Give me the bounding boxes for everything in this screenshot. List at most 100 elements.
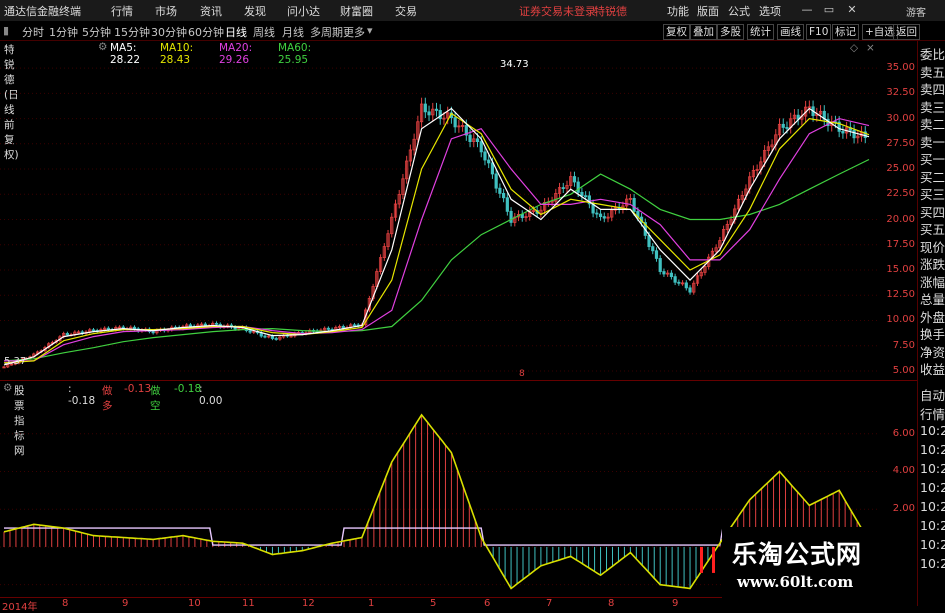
settings-icon[interactable]: ⚙ <box>3 382 12 394</box>
period-30min[interactable]: 30分钟 <box>151 24 187 40</box>
candle-body <box>852 129 856 139</box>
diamond-icon[interactable]: ◇ <box>850 42 858 54</box>
quote-field-label: 现价 <box>920 239 945 255</box>
login-warning: 证券交易未登录 <box>519 5 596 18</box>
time-tick: 1 <box>368 598 375 609</box>
menu-news[interactable]: 资讯 <box>200 3 222 19</box>
candle-body <box>352 324 357 327</box>
candle-body <box>595 212 599 215</box>
menu-options[interactable]: 选项 <box>759 3 781 19</box>
draw-line-button[interactable]: 画线 <box>777 24 804 40</box>
price-tick: 35.00 <box>886 62 915 74</box>
price-tick: 15.00 <box>886 264 915 275</box>
menu-market[interactable]: 市场 <box>155 3 177 19</box>
candle-body <box>188 324 193 327</box>
candle-body <box>509 210 513 223</box>
menu-layout[interactable]: 版面 <box>697 3 719 19</box>
period-daily[interactable]: 日线 <box>225 24 247 40</box>
candle-body <box>658 258 662 272</box>
minimize-icon[interactable]: — <box>800 3 814 17</box>
kong-value: -0.18 <box>174 383 202 395</box>
indicator-tick: 2.00 <box>892 503 915 515</box>
high-price-label: 34.73 <box>500 59 529 70</box>
price-tick: 5.00 <box>892 364 915 376</box>
period-multi[interactable]: 多周期 <box>310 24 343 40</box>
realtime-field: 10:2 <box>920 499 945 514</box>
candle-body <box>505 197 509 212</box>
chevron-down-icon[interactable]: ▾ <box>367 24 373 37</box>
candle-body <box>576 181 580 193</box>
menu-trade[interactable]: 交易 <box>395 3 417 19</box>
ma5-line <box>3 107 870 366</box>
settings-icon[interactable]: ⚙ <box>98 41 107 53</box>
price-tick: 12.50 <box>886 289 915 301</box>
close-chart-icon[interactable]: × <box>866 42 875 54</box>
candle-body <box>654 250 659 259</box>
f10-button[interactable]: F10 <box>806 24 832 40</box>
price-tick: 25.00 <box>886 163 915 175</box>
candle-body <box>632 197 636 212</box>
period-weekly[interactable]: 周线 <box>253 24 275 40</box>
quote-field-label: 涨跌 <box>920 257 945 272</box>
price-tick: 20.00 <box>886 213 915 225</box>
quote-field-label: 买二 <box>920 169 945 185</box>
period-5min[interactable]: 5分钟 <box>82 24 111 40</box>
chart-icon: ▮ <box>3 24 10 37</box>
overlay-button[interactable]: 叠加 <box>690 24 717 40</box>
period-monthly[interactable]: 月线 <box>282 24 304 40</box>
time-tick: 6 <box>484 598 491 609</box>
candle-body <box>479 141 483 153</box>
quote-field-label: 外盘 <box>920 309 945 325</box>
restore-icon[interactable]: ▭ <box>822 3 836 17</box>
candle-body <box>572 176 577 183</box>
indicator-tick: 4.00 <box>892 465 915 477</box>
login-button[interactable]: 游客 <box>906 4 926 19</box>
period-15min[interactable]: 15分钟 <box>114 24 150 40</box>
close-icon[interactable]: ✕ <box>845 3 859 17</box>
adjust-button[interactable]: 复权 <box>663 24 690 40</box>
menu-function[interactable]: 功能 <box>667 3 689 19</box>
multi-stock-button[interactable]: 多股 <box>717 24 744 40</box>
candle-body <box>263 335 267 338</box>
realtime-field: 10:2 <box>920 480 945 495</box>
candle-body <box>341 326 345 329</box>
period-60min[interactable]: 60分钟 <box>188 24 224 40</box>
back-button[interactable]: 返回 <box>893 24 920 40</box>
mark-button[interactable]: 标记 <box>832 24 859 40</box>
period-1min[interactable]: 1分钟 <box>49 24 78 40</box>
candle-body <box>669 272 673 278</box>
time-tick: 11 <box>242 598 255 609</box>
candle-body <box>274 338 278 340</box>
menu-ask-xiaoda[interactable]: 问小达 <box>287 3 320 19</box>
price-chart[interactable] <box>0 55 880 380</box>
quote-field-label: 卖一 <box>920 134 945 150</box>
menu-wealth-circle[interactable]: 财富圈 <box>340 3 373 19</box>
candle-body <box>688 287 692 293</box>
stats-button[interactable]: 统计 <box>747 24 774 40</box>
candle-body <box>434 108 439 111</box>
quote-field-label: 总量 <box>920 292 945 307</box>
realtime-field: 10:2 <box>920 537 945 552</box>
candle-body <box>781 123 785 128</box>
price-tick: 10.00 <box>886 314 915 326</box>
price-tick: 17.50 <box>886 238 915 250</box>
candle-body <box>326 327 330 330</box>
period-more[interactable]: 更多 <box>343 24 365 40</box>
candle-body <box>841 130 845 134</box>
quote-field-label: 卖三 <box>920 99 945 115</box>
candle-body <box>584 195 588 198</box>
candle-body <box>580 191 584 197</box>
candle-body <box>151 331 155 334</box>
candle-body <box>677 281 681 284</box>
menu-quotes[interactable]: 行情 <box>111 3 133 19</box>
candle-body <box>498 187 502 194</box>
panel-divider <box>0 380 917 381</box>
candle-body <box>248 330 252 333</box>
menu-formula[interactable]: 公式 <box>728 3 750 19</box>
menu-discover[interactable]: 发现 <box>244 3 266 19</box>
realtime-field: 10:2 <box>920 423 945 438</box>
period-intraday[interactable]: 分时 <box>22 24 44 40</box>
candle-body <box>647 235 651 248</box>
quote-field-label: 买一 <box>920 152 945 167</box>
candle-body <box>662 271 666 275</box>
